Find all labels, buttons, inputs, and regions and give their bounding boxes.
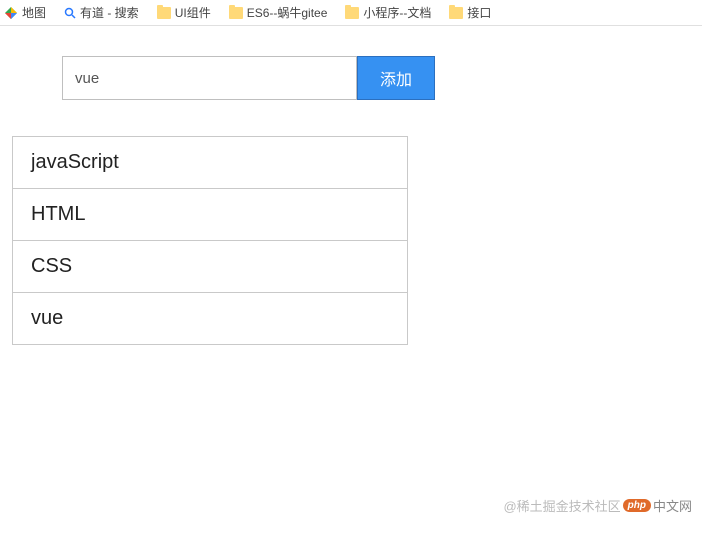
maps-icon xyxy=(4,6,18,20)
list-item: vue xyxy=(13,293,407,344)
folder-icon xyxy=(229,7,243,19)
bookmark-search[interactable]: 有道 - 搜索 xyxy=(64,4,139,21)
php-badge: php xyxy=(623,499,651,512)
bookmark-folder-es6[interactable]: ES6--蜗牛gitee xyxy=(229,4,328,21)
item-input[interactable] xyxy=(62,56,357,100)
search-icon xyxy=(64,7,76,19)
bookmark-bar: 地图 有道 - 搜索 UI组件 ES6--蜗牛gitee 小程序--文档 接口 xyxy=(0,0,702,26)
bookmark-folder-api[interactable]: 接口 xyxy=(449,4,491,21)
folder-icon xyxy=(449,7,463,19)
bookmark-folder-ui[interactable]: UI组件 xyxy=(157,4,211,21)
watermark: @稀土掘金技术社区 php 中文网 xyxy=(503,496,692,515)
item-list: javaScript HTML CSS vue xyxy=(12,136,408,345)
input-area: 添加 xyxy=(62,56,702,100)
folder-icon xyxy=(157,7,171,19)
list-item: HTML xyxy=(13,189,407,241)
bookmark-label: UI组件 xyxy=(175,4,211,21)
bookmark-maps[interactable]: 地图 xyxy=(4,4,46,21)
watermark-community: @稀土掘金技术社区 xyxy=(503,496,620,515)
folder-icon xyxy=(345,7,359,19)
bookmark-label: 接口 xyxy=(467,4,491,21)
watermark-site: 中文网 xyxy=(653,496,692,515)
bookmark-label: ES6--蜗牛gitee xyxy=(247,4,328,21)
bookmark-label: 有道 - 搜索 xyxy=(80,4,139,21)
bookmark-label: 地图 xyxy=(22,4,46,21)
add-button[interactable]: 添加 xyxy=(357,56,435,100)
bookmark-folder-miniprogram[interactable]: 小程序--文档 xyxy=(345,4,431,21)
bookmark-label: 小程序--文档 xyxy=(363,4,431,21)
list-item: CSS xyxy=(13,241,407,293)
list-item: javaScript xyxy=(13,137,407,189)
